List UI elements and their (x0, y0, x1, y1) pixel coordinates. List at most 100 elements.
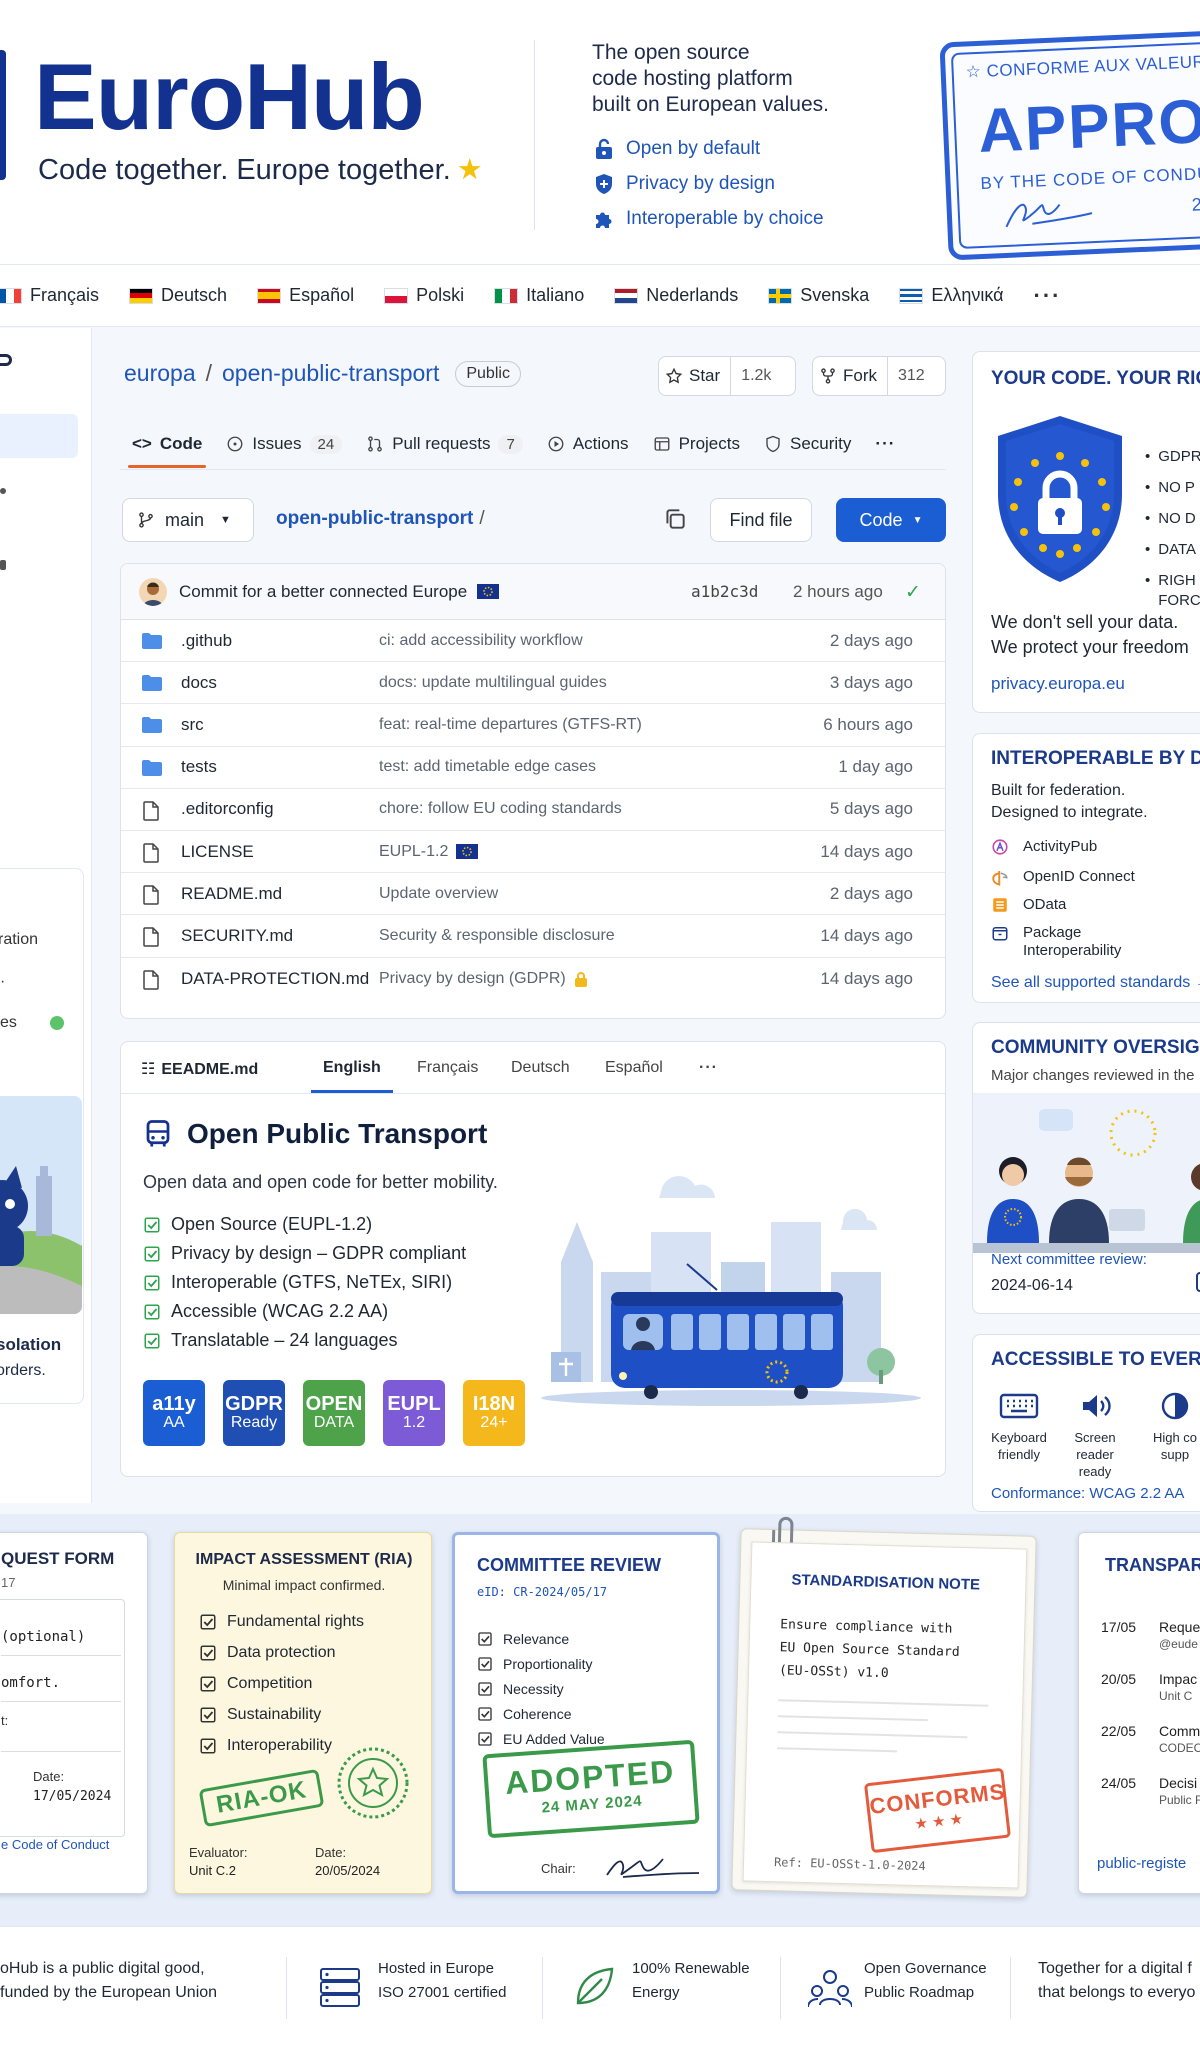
readme-tab-english[interactable]: English (323, 1059, 381, 1077)
file-commit-message[interactable]: feat: real-time departures (GTFS-RT) (379, 716, 642, 734)
lang-fr[interactable]: Français (0, 285, 99, 306)
readme-tabs-more[interactable]: ··· (699, 1059, 718, 1077)
readme-tab-french[interactable]: Français (417, 1059, 478, 1077)
readme-badge[interactable]: EUPL 1.2 (383, 1380, 445, 1446)
file-commit-message[interactable]: Privacy by design (GDPR) (379, 970, 588, 988)
sidebar-item-fragment[interactable] (0, 560, 6, 570)
repo-path[interactable]: open-public-transport / (276, 508, 485, 530)
lang-el[interactable]: Ελληνικά (899, 285, 1004, 306)
standard-openid[interactable]: OpenID Connect (991, 868, 1135, 886)
tab-actions[interactable]: Actions (535, 422, 641, 466)
feature-open[interactable]: Open by default (592, 134, 760, 164)
conformance-link[interactable]: Conformance: WCAG 2.2 AA (991, 1485, 1184, 1502)
code-of-conduct-link[interactable]: e Code of Conduct (1, 1837, 109, 1852)
lang-it[interactable]: Italiano (494, 285, 584, 306)
file-name[interactable]: .github (181, 631, 232, 651)
tab-security[interactable]: Security (752, 422, 863, 466)
committee-check-item: Relevance (477, 1631, 569, 1647)
feature-interop[interactable]: Interoperable by choice (592, 204, 824, 234)
checkbox-checked-icon (478, 1657, 492, 1671)
file-commit-message[interactable]: docs: update multilingual guides (379, 674, 607, 692)
readme-badge[interactable]: OPEN DATA (303, 1380, 365, 1446)
file-row[interactable]: .github ci: add accessibility workflow 2 d… (121, 620, 945, 663)
file-name[interactable]: LICENSE (181, 842, 254, 862)
readme-badge[interactable]: a11y AA (143, 1380, 205, 1446)
file-row[interactable]: LICENSE EUPL-1.2 14 days ago (121, 831, 945, 874)
adopted-stamp: ADOPTED 24 MAY 2024 (482, 1739, 700, 1839)
standard-package[interactable]: Package Interoperability (991, 924, 1121, 960)
find-file-button[interactable]: Find file (710, 498, 812, 542)
file-row[interactable]: README.md Update overview 2 days ago (121, 873, 945, 916)
branch-selector[interactable]: main ▼ (122, 498, 254, 542)
more-languages-button[interactable]: ··· (1034, 283, 1062, 309)
fork-button[interactable]: Fork 312 (812, 356, 946, 396)
readme-tab-german[interactable]: Deutsch (511, 1059, 570, 1077)
calendar-icon[interactable] (1195, 1269, 1200, 1293)
code-dropdown-button[interactable]: Code ▼ (836, 498, 946, 542)
copy-icon[interactable] (662, 506, 688, 532)
standards-link[interactable]: See all supported standards → (991, 974, 1200, 992)
lang-pl[interactable]: Polski (384, 285, 464, 306)
readme-badge[interactable]: GDPR Ready (223, 1380, 285, 1446)
timeline-event: Reque (1159, 1619, 1200, 1635)
privacy-link[interactable]: privacy.europa.eu (991, 674, 1125, 694)
feature-privacy[interactable]: Privacy by design (592, 169, 775, 199)
file-commit-message[interactable]: ci: add accessibility workflow (379, 632, 583, 650)
impact-assessment-card: IMPACT ASSESSMENT (RIA) Minimal impact c… (174, 1532, 432, 1894)
readme-badge[interactable]: I18N 24+ (463, 1380, 525, 1446)
file-name[interactable]: tests (181, 757, 217, 777)
file-commit-message[interactable]: EUPL-1.2 (379, 843, 479, 861)
tab-code[interactable]: <> Code (120, 422, 214, 468)
standard-activitypub[interactable]: ActivityPub (991, 838, 1097, 856)
repo-name-link[interactable]: open-public-transport (222, 360, 439, 387)
file-row[interactable]: tests test: add timetable edge cases 1 day… (121, 747, 945, 789)
file-commit-message[interactable]: Security & responsible disclosure (379, 927, 615, 945)
file-row[interactable]: SECURITY.md Security & responsible disclo… (121, 915, 945, 958)
file-row[interactable]: DATA-PROTECTION.md Privacy by design (GDP… (121, 958, 945, 1000)
tab-projects[interactable]: Projects (641, 422, 752, 466)
lang-nl[interactable]: Nederlands (614, 285, 738, 306)
tab-issues[interactable]: Issues 24 (214, 422, 354, 466)
sidebar-selected-item[interactable] (0, 414, 78, 458)
tab-pull-requests[interactable]: Pull requests 7 (354, 422, 535, 466)
file-row[interactable]: src feat: real-time departures (GTFS-RT) 6… (121, 704, 945, 747)
sidebar-link-fragment[interactable]: es (0, 1014, 17, 1032)
site-footer: oHub is a public digital good, funded by… (0, 1926, 1200, 2048)
committee-illustration (973, 1093, 1200, 1253)
request-field-comfort[interactable]: omfort. (1, 1675, 60, 1691)
commit-message[interactable]: Commit for a better connected Europe (179, 582, 467, 602)
latest-commit[interactable]: Commit for a better connected Europe a1b… (121, 564, 945, 620)
brand-name[interactable]: EuroHub (34, 42, 425, 152)
readme-tab-spanish[interactable]: Español (605, 1059, 663, 1077)
issue-icon (227, 436, 243, 452)
sidebar-link-fragment[interactable]: ration (0, 931, 38, 949)
flag-it-icon (494, 287, 519, 304)
file-name[interactable]: docs (181, 673, 217, 693)
request-field-optional[interactable]: (optional) (1, 1629, 85, 1645)
commit-hash[interactable]: a1b2c3d (691, 582, 758, 601)
path-root[interactable]: open-public-transport (276, 508, 473, 529)
file-row[interactable]: .editorconfig chore: follow EU coding sta… (121, 789, 945, 831)
repo-owner-link[interactable]: europa (124, 360, 196, 387)
sidebar-item-fragment[interactable] (0, 488, 6, 494)
sidebar-link-fragment[interactable]: · (0, 973, 5, 991)
public-register-link[interactable]: public-registe (1097, 1855, 1186, 1872)
file-name[interactable]: README.md (181, 884, 282, 904)
file-commit-message[interactable]: test: add timetable edge cases (379, 758, 596, 776)
standard-odata[interactable]: OData (991, 896, 1066, 914)
lang-de[interactable]: Deutsch (129, 285, 227, 306)
tabs-more-button[interactable]: ··· (863, 422, 907, 466)
standard-label: OData (1023, 896, 1067, 913)
file-name[interactable]: DATA-PROTECTION.md (181, 969, 369, 989)
readme-check-label: Translatable – 24 languages (171, 1330, 398, 1350)
star-button[interactable]: Star 1.2k (658, 356, 796, 396)
file-name[interactable]: .editorconfig (181, 799, 274, 819)
file-name[interactable]: SECURITY.md (181, 926, 293, 946)
lang-sv[interactable]: Svenska (768, 285, 869, 306)
file-commit-message[interactable]: Update overview (379, 885, 498, 903)
lang-es[interactable]: Español (257, 285, 354, 306)
file-row[interactable]: docs docs: update multilingual guides 3 da… (121, 662, 945, 705)
file-commit-message[interactable]: chore: follow EU coding standards (379, 800, 622, 818)
file-name[interactable]: src (181, 715, 204, 735)
readme-header: ☷ EEADME.md English Français Deutsch Espa… (121, 1042, 945, 1094)
